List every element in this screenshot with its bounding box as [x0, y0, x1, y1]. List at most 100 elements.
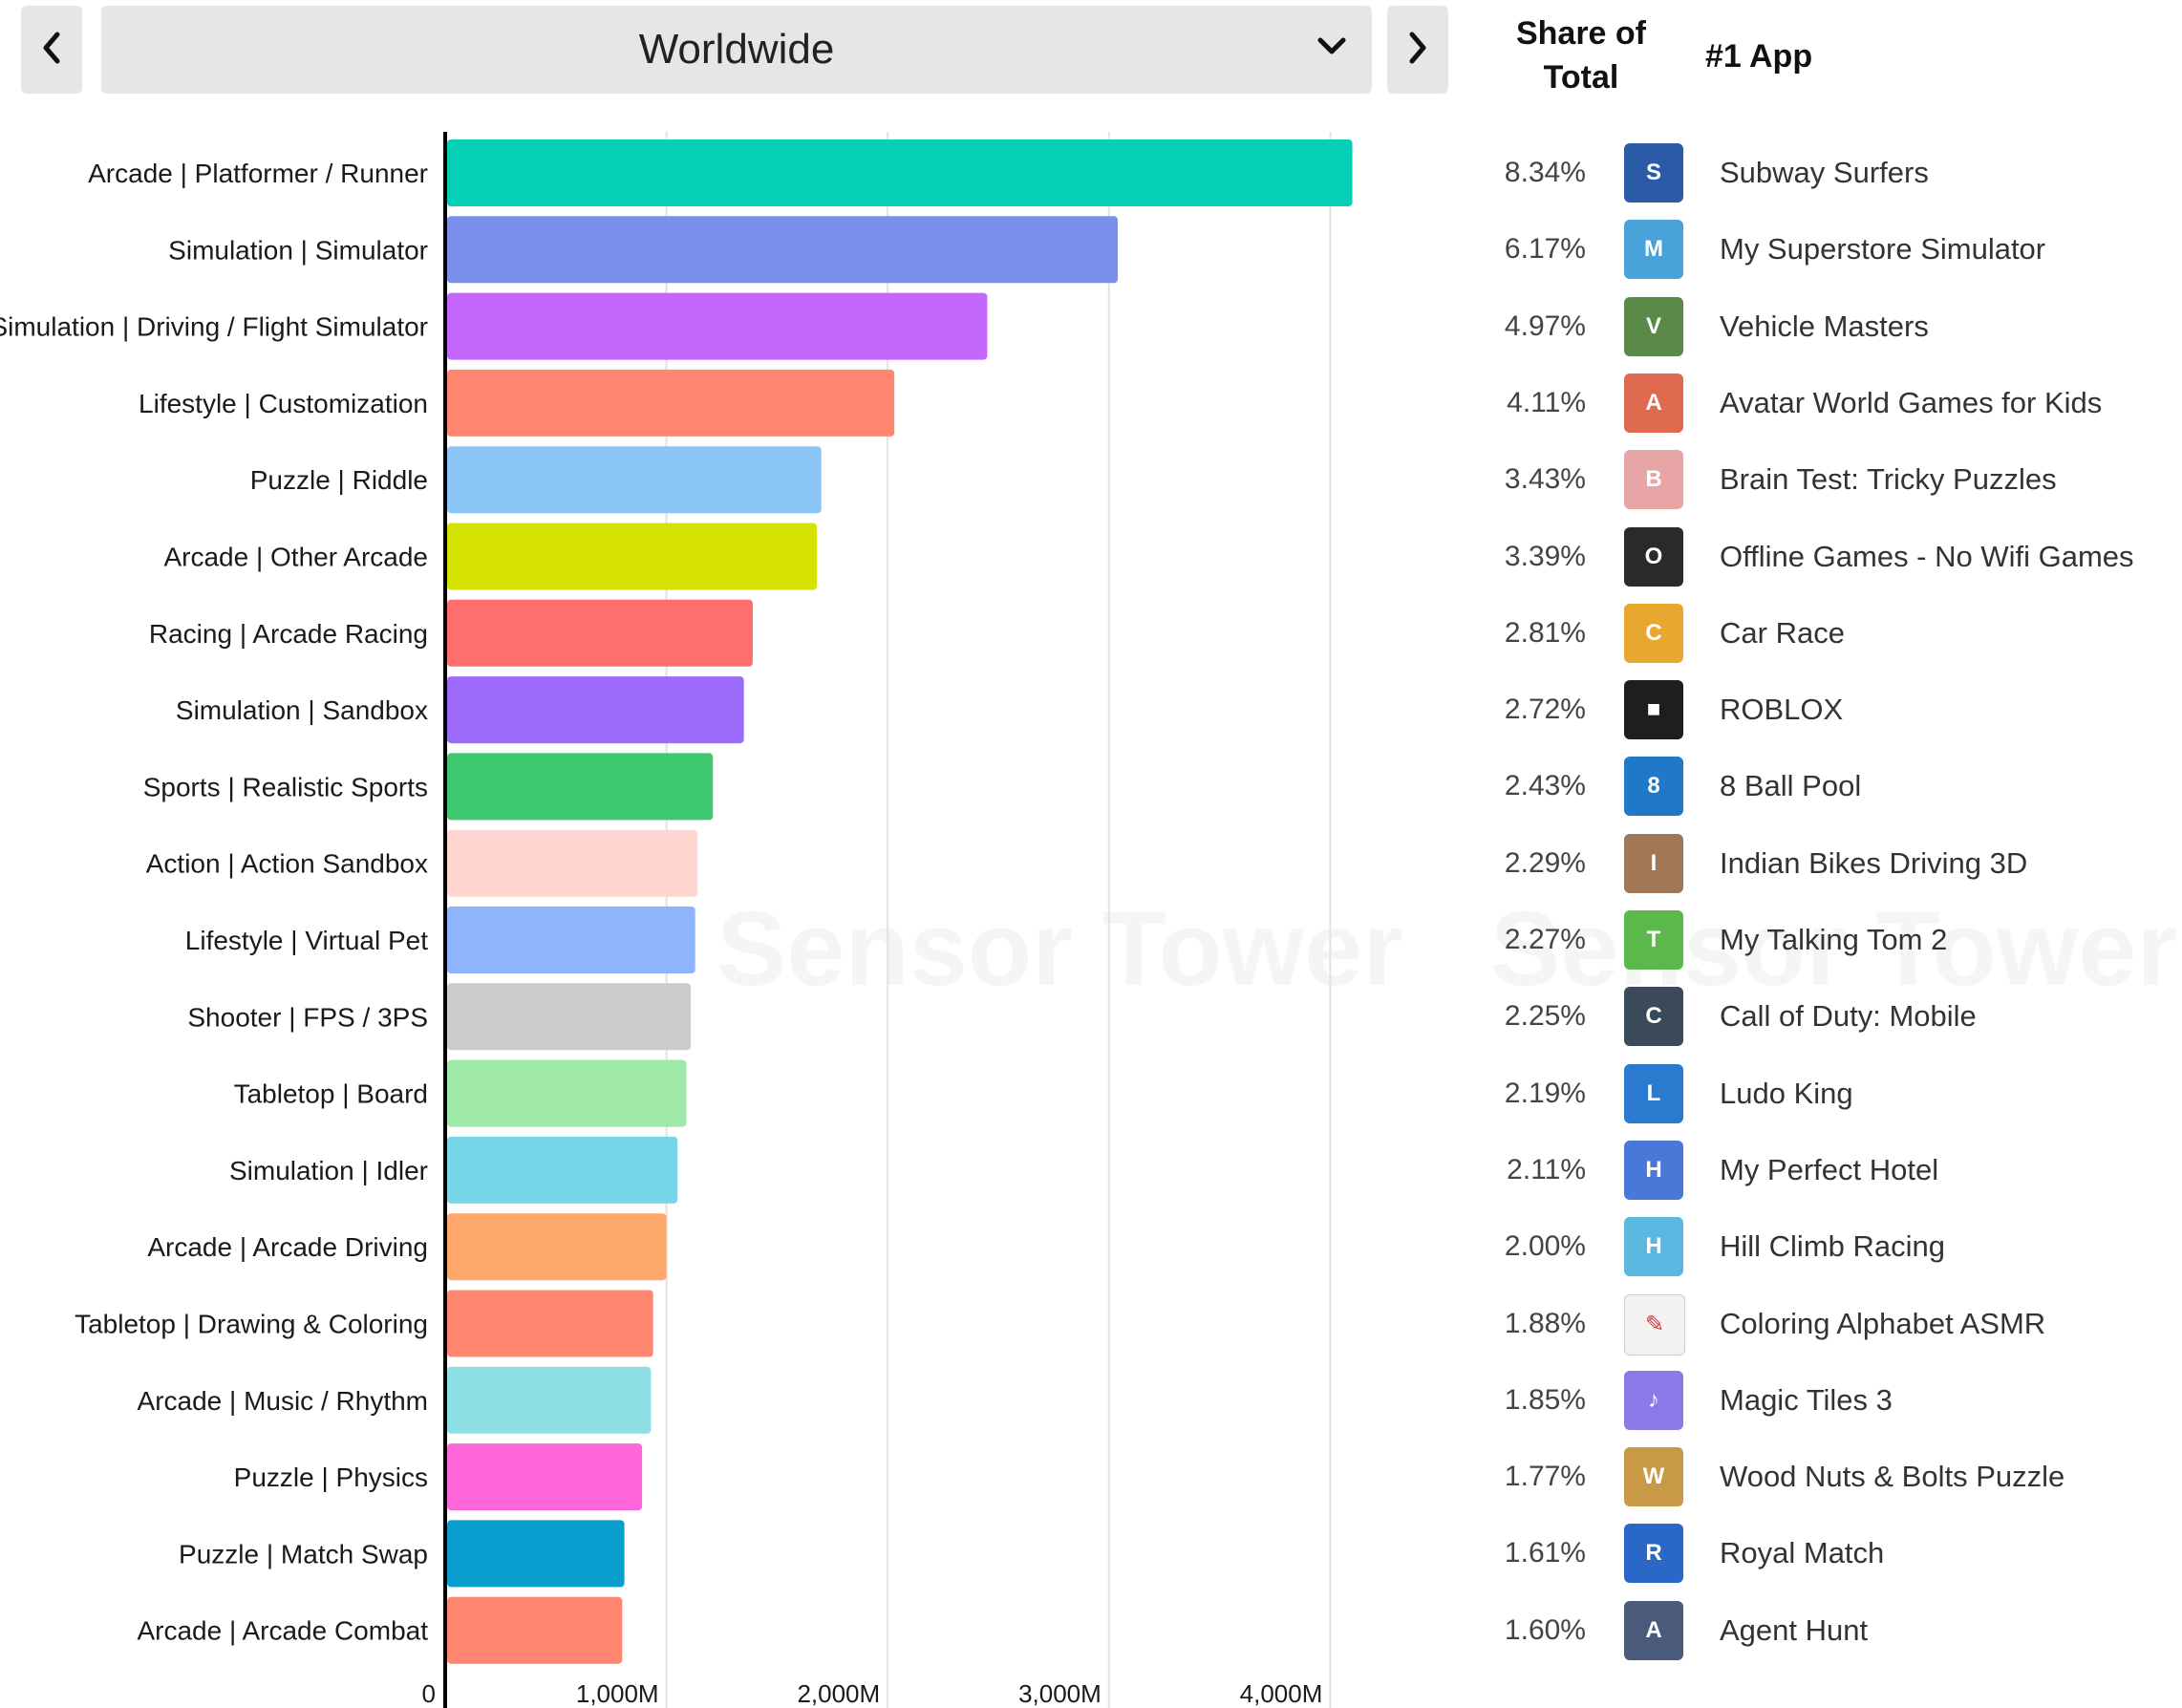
coloring-alphabet-icon: ✎: [1624, 1293, 1685, 1356]
offline-games-icon: O: [1624, 526, 1683, 587]
bar: [447, 292, 988, 360]
top-app-name[interactable]: My Talking Tom 2: [1720, 911, 1947, 969]
top-app-name[interactable]: Car Race: [1720, 605, 1845, 662]
top-app-name[interactable]: Ludo King: [1720, 1065, 1853, 1122]
bar: [447, 1596, 623, 1664]
bar: [447, 1136, 678, 1204]
share-of-total-value: 2.29%: [1504, 846, 1586, 879]
x-tick-label: 2,000M: [797, 1679, 880, 1708]
top-app-name[interactable]: Magic Tiles 3: [1720, 1372, 1893, 1429]
bar: [447, 907, 695, 973]
category-label: Puzzle | Riddle: [250, 465, 428, 495]
top-app-name[interactable]: Royal Match: [1720, 1525, 1884, 1582]
category-label: Arcade | Arcade Combat: [137, 1616, 428, 1646]
subway-surfers-icon: S: [1624, 143, 1683, 203]
share-of-total-value: 4.11%: [1507, 386, 1586, 418]
8-ball-pool-icon: 8: [1624, 757, 1683, 817]
category-label: Tabletop | Board: [234, 1079, 428, 1109]
brain-test-icon: B: [1624, 450, 1683, 510]
x-tick-label: 1,000M: [576, 1679, 659, 1708]
top-app-name[interactable]: My Superstore Simulator: [1720, 221, 2045, 278]
category-label: Simulation | Driving / Flight Simulator: [0, 312, 428, 342]
top-app-name[interactable]: Offline Games - No Wifi Games: [1720, 528, 2134, 586]
call-of-duty-icon: C: [1624, 987, 1683, 1047]
top-app-header: #1 App: [1705, 38, 1813, 75]
bar: [447, 676, 744, 744]
category-label: Puzzle | Physics: [234, 1462, 428, 1492]
category-label: Sports | Realistic Sports: [143, 772, 428, 801]
top-app-name[interactable]: Wood Nuts & Bolts Puzzle: [1720, 1448, 2064, 1505]
x-tick-label: 4,000M: [1240, 1679, 1323, 1708]
top-app-name[interactable]: Coloring Alphabet ASMR: [1720, 1295, 2045, 1353]
category-label: Arcade | Platformer / Runner: [88, 159, 428, 188]
category-label: Simulation | Sandbox: [176, 695, 428, 725]
share-of-total-value: 1.85%: [1504, 1383, 1586, 1416]
category-label: Shooter | FPS / 3PS: [187, 1002, 428, 1032]
bar: [447, 1213, 667, 1281]
category-bar-chart: Arcade | Platformer / Runner Simulation |…: [0, 132, 1353, 1708]
share-of-total-value: 2.81%: [1504, 616, 1586, 649]
bar: [447, 1059, 687, 1127]
share-of-total-header-line1: Share of: [1515, 15, 1647, 52]
avatar-world-icon: A: [1624, 373, 1683, 433]
top-app-name[interactable]: Brain Test: Tricky Puzzles: [1720, 451, 2057, 508]
bar: [447, 829, 698, 897]
bar: [447, 446, 822, 514]
category-label: Tabletop | Drawing & Coloring: [75, 1310, 428, 1339]
share-of-total-value: 2.43%: [1504, 770, 1586, 802]
category-label: Puzzle | Match Swap: [179, 1539, 428, 1569]
bar: [447, 523, 818, 590]
share-of-total-value: 2.19%: [1504, 1077, 1586, 1109]
category-label: Arcade | Other Arcade: [163, 543, 428, 572]
share-of-total-value: 1.88%: [1504, 1307, 1586, 1339]
share-of-total-value: 2.11%: [1507, 1153, 1586, 1185]
my-superstore-simulator-icon: M: [1624, 220, 1683, 280]
bar: [447, 983, 692, 1051]
car-race-icon: C: [1624, 603, 1683, 663]
category-label: Action | Action Sandbox: [146, 849, 428, 879]
category-label: Racing | Arcade Racing: [149, 619, 428, 649]
bar: [447, 1443, 643, 1511]
share-of-total-value: 1.61%: [1504, 1537, 1586, 1569]
bar: [447, 1290, 653, 1357]
top-app-name[interactable]: My Perfect Hotel: [1720, 1142, 1938, 1199]
share-of-total-value: 3.39%: [1504, 540, 1586, 572]
category-label: Simulation | Simulator: [168, 235, 428, 265]
top-app-name[interactable]: Avatar World Games for Kids: [1720, 374, 2102, 432]
top-app-name[interactable]: Vehicle Masters: [1720, 298, 1929, 355]
ludo-king-icon: L: [1624, 1063, 1683, 1123]
category-label: Arcade | Arcade Driving: [147, 1232, 428, 1262]
top-app-name[interactable]: Indian Bikes Driving 3D: [1720, 835, 2027, 892]
share-of-total-value: 2.25%: [1504, 1000, 1586, 1033]
category-label: Lifestyle | Virtual Pet: [185, 926, 428, 955]
share-of-total-value: 8.34%: [1504, 157, 1586, 188]
wood-nuts-bolts-icon: W: [1624, 1447, 1683, 1507]
bar: [447, 753, 714, 821]
bar: [447, 1366, 652, 1434]
bar: [447, 369, 895, 437]
share-of-total-header: Share of Total: [1500, 11, 1662, 99]
share-of-total-value: 6.17%: [1504, 233, 1586, 266]
share-of-total-value: 3.43%: [1504, 463, 1586, 496]
x-tick-label: 3,000M: [1018, 1679, 1102, 1708]
top-app-name[interactable]: ROBLOX: [1720, 681, 1843, 738]
top-app-name[interactable]: Agent Hunt: [1720, 1602, 1868, 1659]
share-of-total-value: 2.72%: [1504, 694, 1586, 726]
roblox-icon: ■: [1624, 680, 1683, 740]
vehicle-masters-icon: V: [1624, 296, 1683, 356]
bar: [447, 1520, 625, 1588]
top-app-name[interactable]: 8 Ball Pool: [1720, 758, 1861, 815]
category-label: Simulation | Idler: [229, 1156, 428, 1185]
category-label: Lifestyle | Customization: [139, 389, 428, 418]
indian-bikes-icon: I: [1624, 833, 1683, 893]
share-of-total-value: 4.97%: [1504, 310, 1586, 342]
bar: [447, 139, 1353, 206]
agent-hunt-icon: A: [1624, 1600, 1683, 1660]
top-app-name[interactable]: Hill Climb Racing: [1720, 1218, 1945, 1275]
top-app-name[interactable]: Subway Surfers: [1720, 144, 1929, 202]
share-of-total-value: 2.00%: [1504, 1230, 1586, 1263]
top-app-name[interactable]: Call of Duty: Mobile: [1720, 988, 1977, 1045]
share-of-total-value: 1.60%: [1504, 1613, 1586, 1646]
hill-climb-racing-icon: H: [1624, 1217, 1683, 1277]
bar: [447, 599, 753, 667]
